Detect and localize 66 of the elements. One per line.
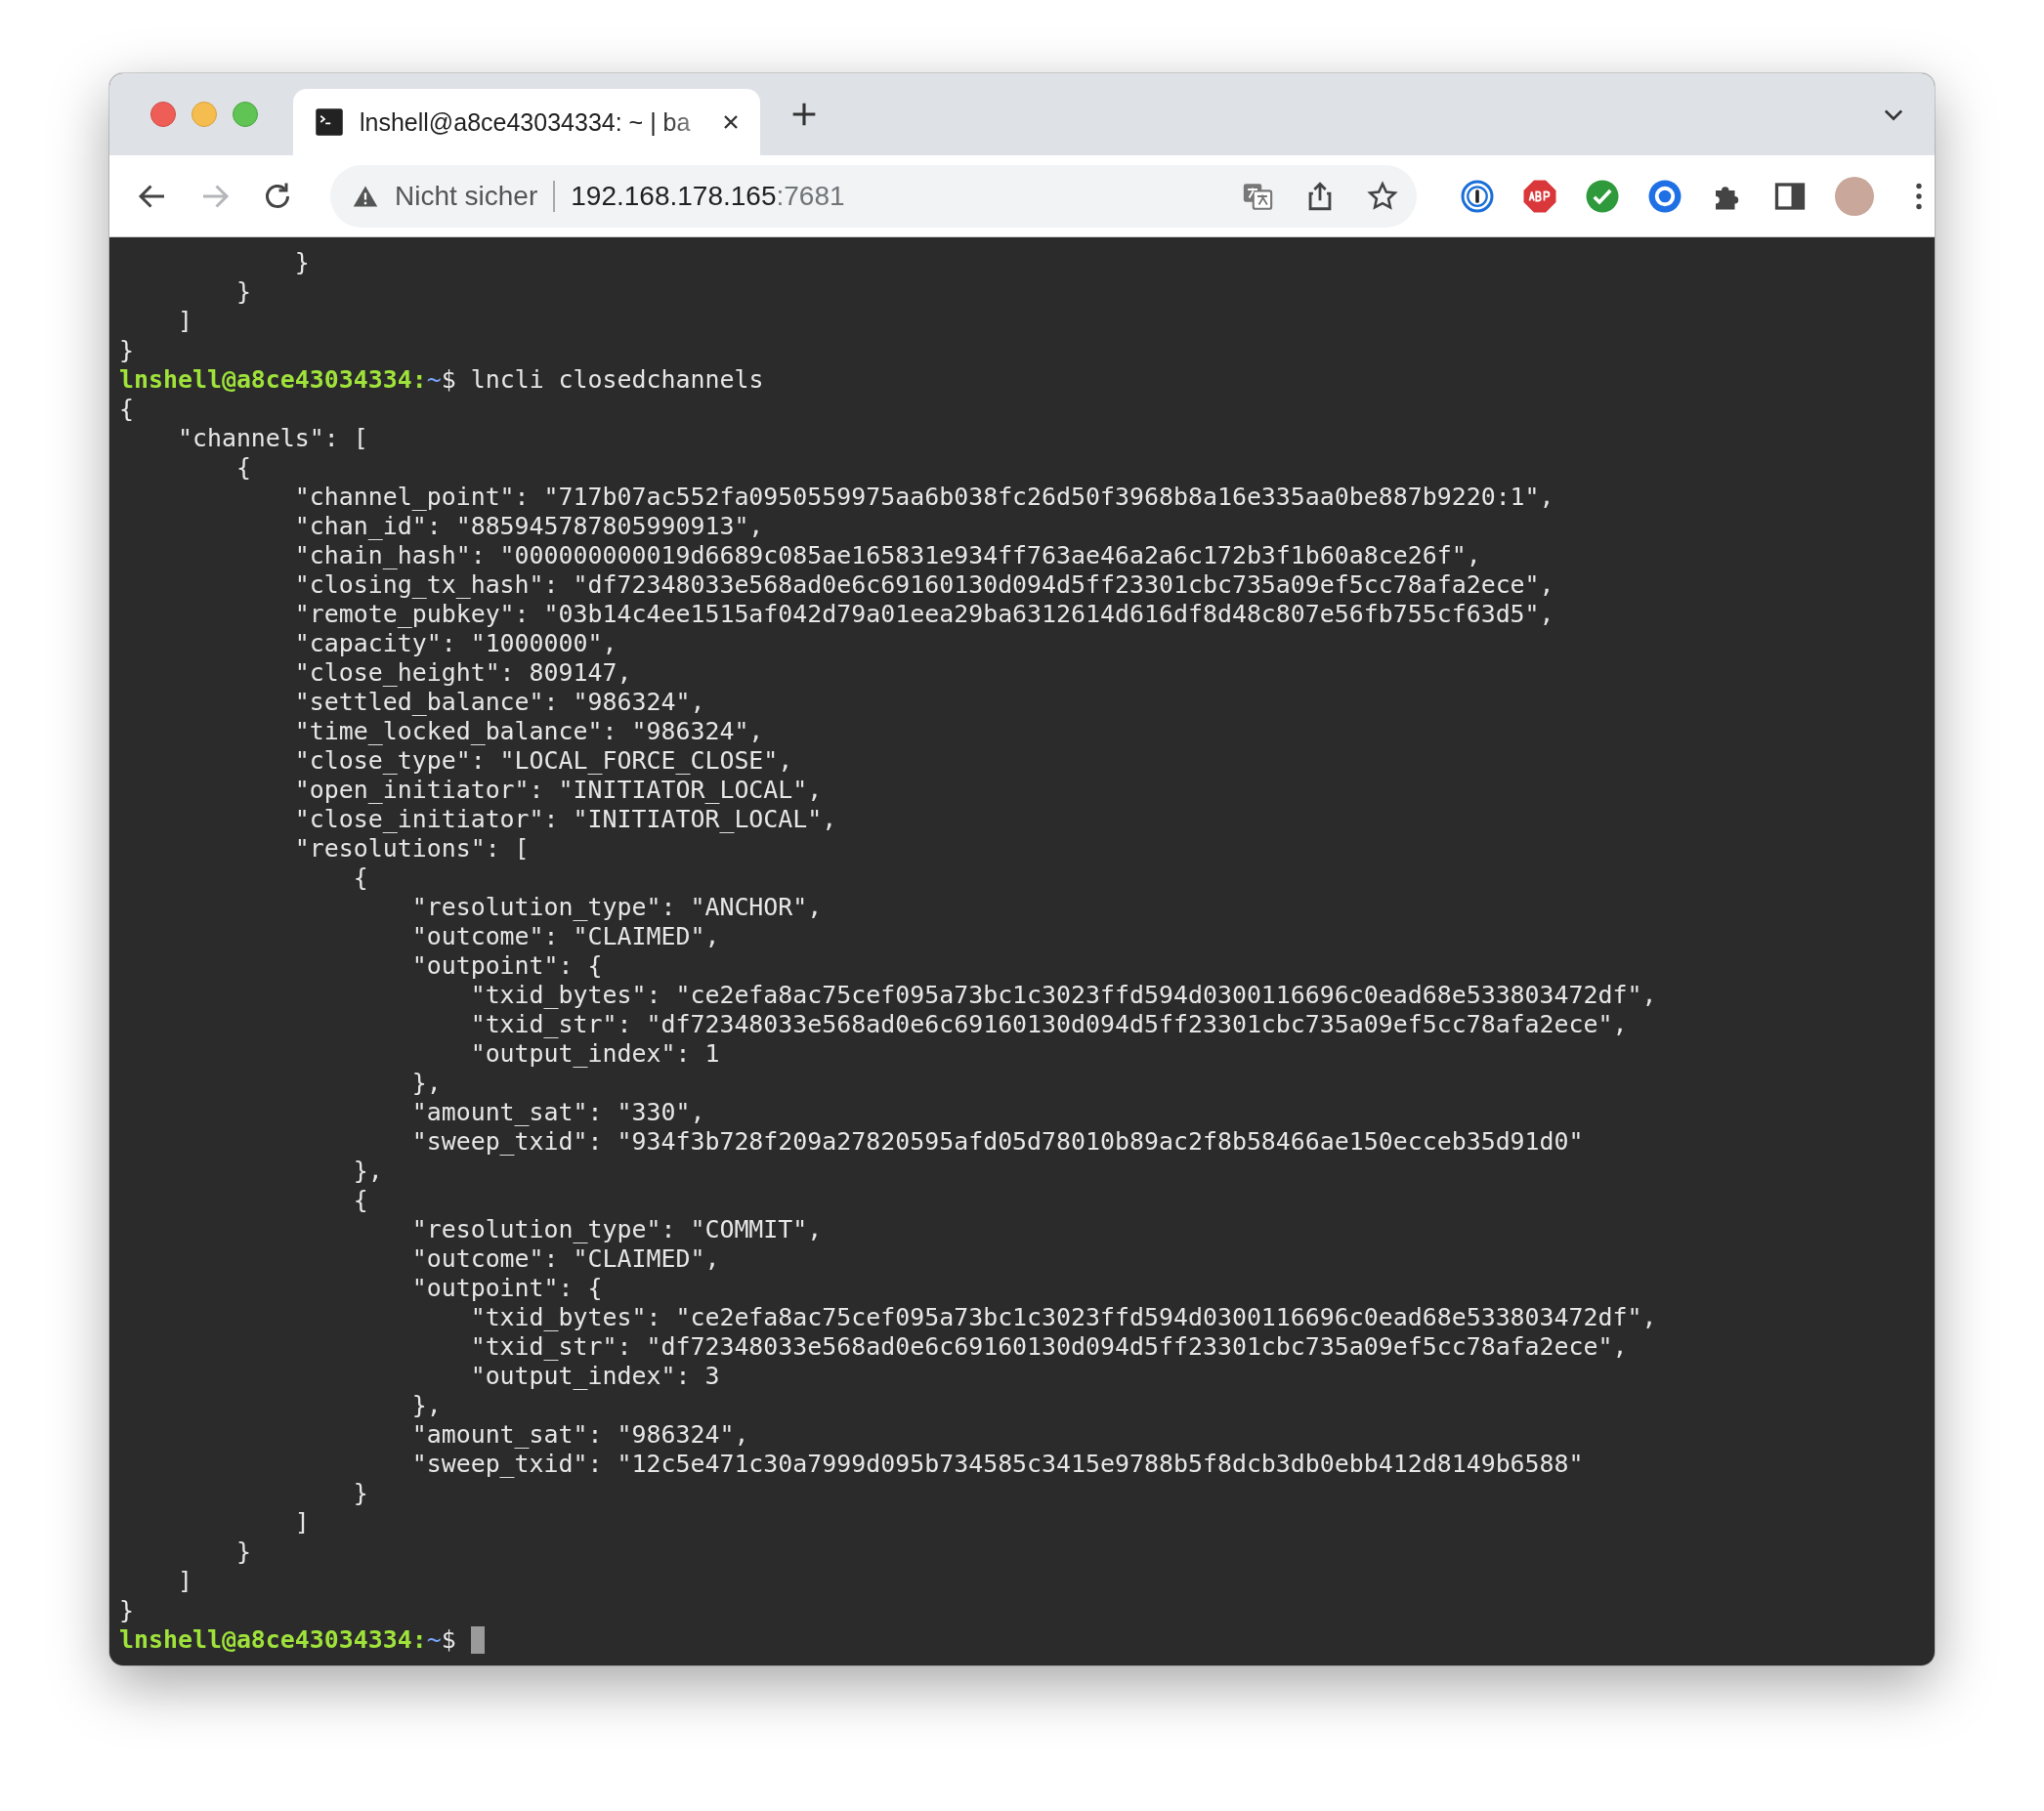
output-line: "amount_sat": "330",	[410, 1098, 706, 1127]
tab-title: lnshell@a8ce43034334: ~ | ba	[360, 107, 692, 137]
output-line: ]	[293, 1508, 311, 1537]
output-line: "channels": [	[176, 424, 369, 453]
output-line: "txid_str": "df72348033e568ad0e6c69160130d094d5ff23301cbc735a09ef5cc78afa2ece",	[469, 1332, 1629, 1362]
output-line: "txid_bytes": "ce2efa8ac75cef095a73bc1c3023ffd594d0300116696c0ead68e533803472df",	[469, 981, 1658, 1010]
prompt-path: ~	[426, 1625, 442, 1655]
output-line: "closing_tx_hash": "df72348033e568ad0e6c69160130d094d5ff23301cbc735a09ef5cc78afa2ece",	[293, 570, 1555, 600]
prompt-path: ~	[426, 365, 442, 395]
stop-sign-icon[interactable]	[1522, 178, 1557, 214]
key-circle-icon[interactable]	[1460, 178, 1495, 214]
output-line: "open_initiator": "INITIATOR_LOCAL",	[293, 776, 824, 805]
output-line: "sweep_txid": "12c5e471c30a7999d095b734585c3415e9788b5f8dcb3db0ebb412d8149b6588"	[410, 1450, 1585, 1479]
url-host: 192.168.178.165	[571, 180, 777, 212]
close-button[interactable]	[150, 102, 176, 127]
prompt-user: lnshell@a8ce43034334:	[119, 365, 427, 395]
address-bar[interactable]: Nicht sicher 192.168.178.165:7681	[330, 164, 1417, 228]
prompt-symbol: $	[441, 365, 456, 395]
output-line: "time_locked_balance": "986324",	[293, 717, 765, 746]
ring-icon[interactable]	[1647, 178, 1682, 214]
security-label: Nicht sicher	[395, 180, 538, 212]
output-line: "output_index": 3	[469, 1362, 721, 1391]
check-circle-icon[interactable]	[1585, 178, 1620, 214]
output-line: "txid_bytes": "ce2efa8ac75cef095a73bc1c3023ffd594d0300116696c0ead68e533803472df",	[469, 1303, 1658, 1332]
output-line: {	[234, 453, 252, 483]
output-line: {	[352, 1186, 369, 1215]
prompt-symbol: $	[441, 1625, 456, 1655]
prompt-user: lnshell@a8ce43034334:	[119, 1625, 427, 1655]
output-line: "chain_hash": "000000000019d6689c085ae165831e934ff763ae46a2a6c172b3f1b60a8ce26f",	[293, 541, 1482, 570]
output-line: "close_type": "LOCAL_FORCE_CLOSE",	[293, 746, 794, 776]
output-line: "capacity": "1000000",	[293, 629, 618, 658]
output-line: "resolutions": [	[293, 834, 531, 863]
output-line: }	[119, 1596, 135, 1625]
output-line: }	[234, 1537, 252, 1567]
output-line: "outpoint": {	[410, 1274, 604, 1303]
output-line: "remote_pubkey": "03b14c4ee1515af042d79a01eea29ba6312614d616df8d48c807e56fb755cf63d5",	[293, 600, 1555, 629]
output-line: "chan_id": "885945787805990913",	[293, 512, 765, 541]
output-line: "outcome": "CLAIMED",	[410, 922, 721, 951]
output-line: "resolution_type": "ANCHOR",	[410, 893, 824, 922]
output-line: "outcome": "CLAIMED",	[410, 1244, 721, 1274]
output-line: }	[119, 336, 135, 365]
output-line: ]	[176, 307, 193, 336]
output-line: }	[234, 277, 252, 307]
output-line: "close_height": 809147,	[293, 658, 633, 688]
output-line: "amount_sat": "986324",	[410, 1420, 750, 1450]
star-icon[interactable]	[1366, 179, 1399, 213]
output-line: "resolution_type": "COMMIT",	[410, 1215, 824, 1244]
output-line: "sweep_txid": "934f3b728f209a27820595afd05d78010b89ac2f8b58466ae150ecceb35d91d0"	[410, 1127, 1585, 1157]
output-line: "output_index": 1	[469, 1039, 721, 1069]
output-line: "txid_str": "df72348033e568ad0e6c69160130d094d5ff23301cbc735a09ef5cc78afa2ece",	[469, 1010, 1629, 1039]
output-line: "settled_balance": "986324",	[293, 688, 706, 717]
output-line: },	[352, 1157, 384, 1186]
output-line: "close_initiator": "INITIATOR_LOCAL",	[293, 805, 838, 834]
command-text: lncli closedchannels	[470, 365, 764, 395]
output-line: "outpoint": {	[410, 951, 604, 981]
output-line: }	[352, 1479, 369, 1508]
output-line: ]	[176, 1567, 193, 1596]
output-line: }	[293, 248, 311, 277]
output-line: {	[119, 395, 135, 424]
output-line: "channel_point": "717b07ac552fa0950559975aa6b038fc26d50f3968b8a16e335aa0be887b9220:1",	[293, 483, 1555, 512]
output-line: {	[352, 863, 369, 893]
output-line: },	[410, 1391, 443, 1420]
output-line: },	[410, 1069, 443, 1098]
terminal-icon[interactable]	[315, 107, 344, 137]
browser-tab[interactable]: lnshell@a8ce43034334: ~ | ba	[293, 89, 760, 155]
url-port: :7681	[776, 180, 845, 212]
